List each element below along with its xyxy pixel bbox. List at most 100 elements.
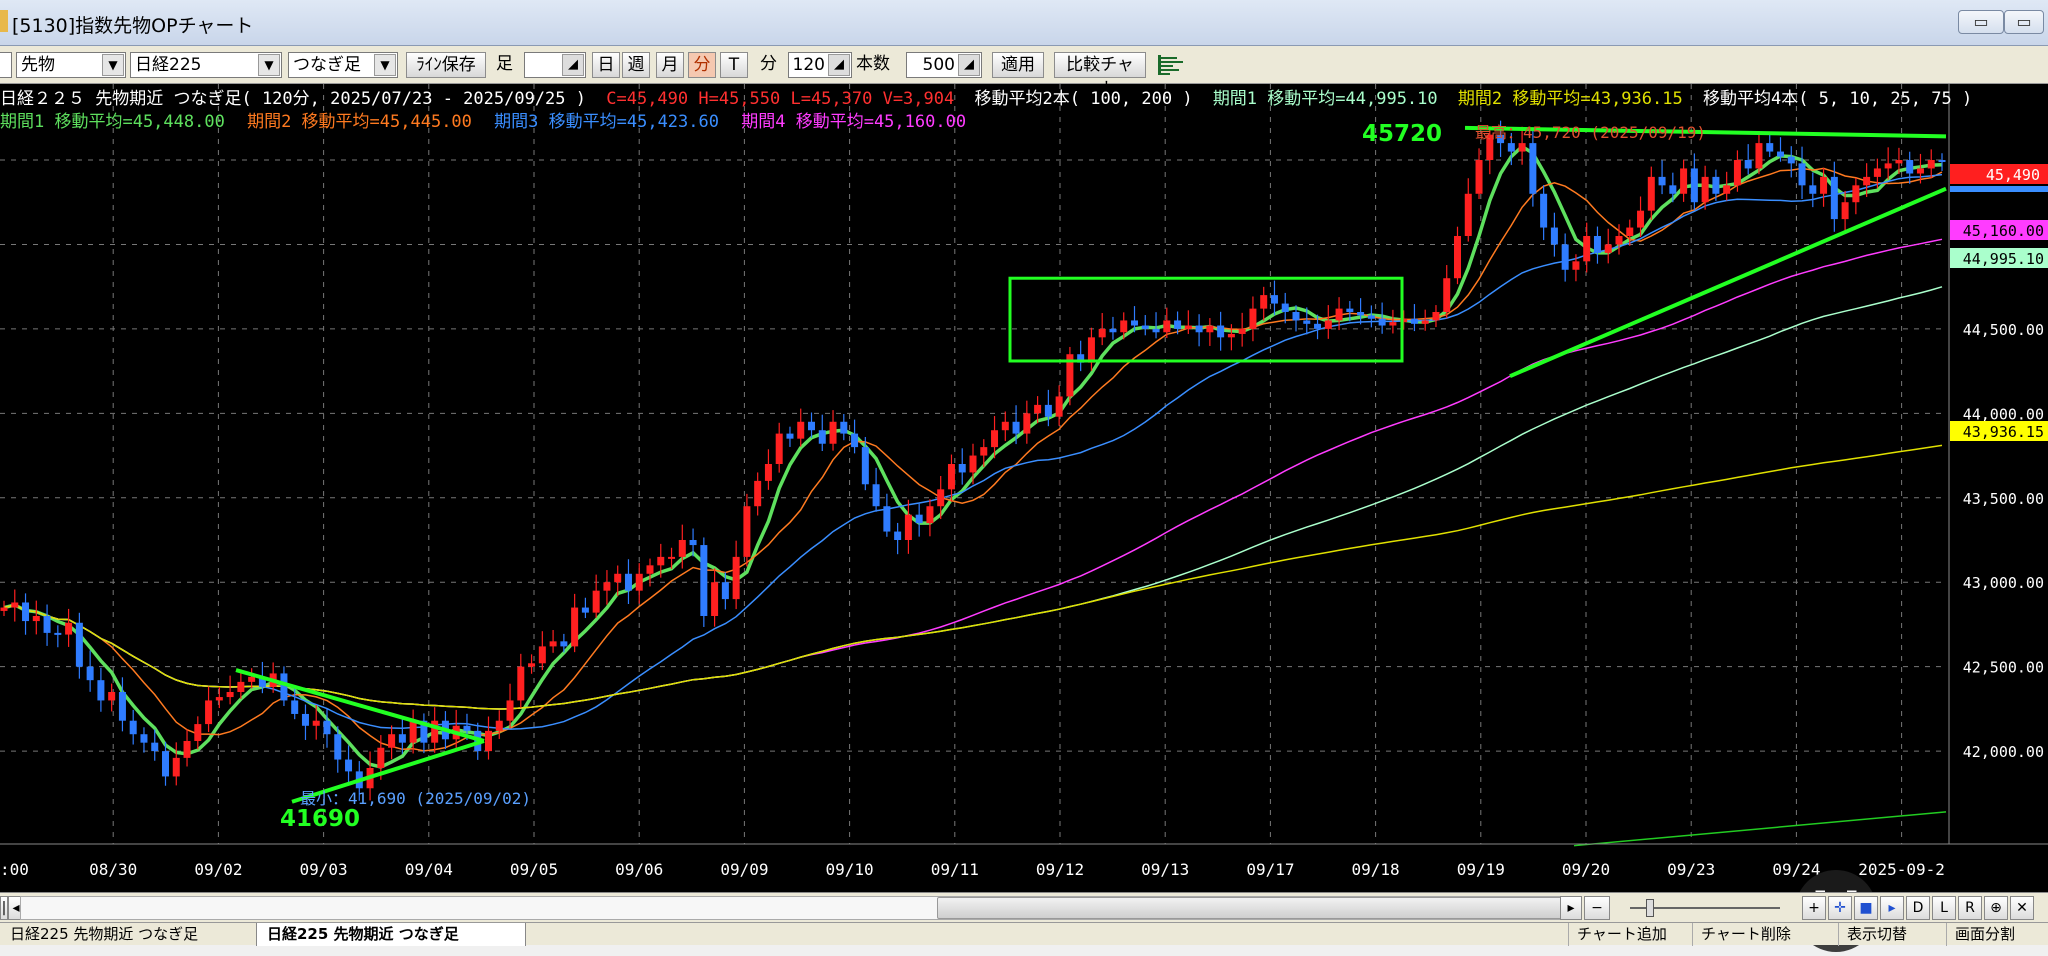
display-switch-button[interactable]: 表示切替: [1838, 923, 1907, 946]
count-value: 500: [922, 55, 955, 75]
header-symbol-name: 日経２２５ 先物期近 つなぎ足( 120分, 2025/07/23 - 2025…: [0, 89, 586, 109]
candle-body: [1432, 312, 1440, 321]
lower-support-line: [1573, 811, 1947, 847]
candle-body: [1098, 328, 1106, 338]
market-select[interactable]: 先物 ▼: [16, 52, 126, 78]
candle-body: [538, 646, 546, 664]
candle-body: [1583, 236, 1591, 262]
header-ma4-p4: 期間4 移動平均=45,160.00: [741, 112, 966, 132]
maximize-button[interactable]: ▭: [2004, 10, 2044, 34]
candle-body: [947, 464, 955, 490]
volume-profile-svg: [1158, 55, 1183, 75]
zoom-slider[interactable]: [1630, 896, 1790, 920]
candle-body: [980, 447, 988, 456]
candle-body: [1873, 168, 1881, 177]
magnify-button[interactable]: ⊕: [1984, 896, 2008, 920]
x-tick-label: 09/09: [720, 860, 768, 879]
chart-delete-button[interactable]: チャート削除: [1692, 923, 1791, 946]
line-save-button[interactable]: ﾗｲﾝ保存: [406, 52, 486, 78]
scroll-right-button[interactable]: ▸: [1560, 896, 1582, 920]
toolbar: 先物 ▼ 日経225 ▼ つなぎ足 ▼ ﾗｲﾝ保存 足 ◢ 日 週 月 分 T …: [0, 46, 2048, 99]
candle-body: [1055, 396, 1063, 417]
candle-body: [1593, 236, 1601, 253]
r-button[interactable]: R: [1958, 896, 1982, 920]
scrollbar-thumb[interactable]: [937, 897, 1577, 919]
y-tick-label: 44,000.00: [1963, 405, 2044, 423]
candle-body: [1001, 421, 1009, 431]
foot-spinner[interactable]: ◢: [524, 52, 586, 78]
candle-body: [786, 433, 794, 439]
ma200-price-tag: 43,936.15: [1963, 423, 2044, 441]
candle-body: [1647, 176, 1655, 211]
volume-profile-icon[interactable]: [1156, 52, 1186, 78]
candle-body: [151, 742, 159, 752]
y-axis: 44,500.00 44,000.00 43,500.00 43,000.00 42,5…: [1963, 321, 2044, 761]
week-button[interactable]: 週: [622, 52, 650, 78]
candle-body: [1626, 227, 1634, 236]
candle-body: [1227, 333, 1235, 338]
candle-body: [818, 430, 826, 444]
day-button[interactable]: 日: [592, 52, 620, 78]
candle-body: [991, 430, 999, 448]
zoom-in-button[interactable]: +: [1802, 896, 1826, 920]
l-button[interactable]: L: [1932, 896, 1956, 920]
candle-body: [1131, 320, 1138, 326]
spinner-icon: ◢: [562, 54, 584, 76]
candle-body: [937, 489, 945, 507]
d-button[interactable]: D: [1906, 896, 1930, 920]
chart-tab-2[interactable]: 日経225 先物期近 つなぎ足: [256, 923, 526, 946]
count-spinner[interactable]: 500 ◢: [906, 52, 982, 78]
chart-add-button[interactable]: チャート追加: [1568, 923, 1667, 946]
candle-body: [97, 680, 105, 701]
candle-body: [398, 734, 406, 743]
candle-body: [1787, 156, 1795, 164]
candle-body: [883, 506, 891, 532]
x-tick-label: 09/17: [1246, 860, 1294, 879]
scroll-start-button[interactable]: |: [0, 896, 8, 920]
horizontal-scrollbar[interactable]: [20, 896, 1580, 920]
candle-body: [1109, 328, 1117, 333]
candle-body: [711, 582, 719, 616]
candle-body: [495, 720, 503, 731]
candle-body: [732, 556, 740, 600]
candle-body: [808, 421, 815, 431]
bottom-controls: | ◂ ▸ − + ✛ ■ ▸ D L R ⊕ ✕: [0, 892, 2048, 922]
apply-button[interactable]: 適用: [992, 52, 1044, 78]
candle-body: [700, 545, 708, 616]
screen-split-button[interactable]: 画面分割: [1946, 923, 2015, 946]
zoom-slider-knob[interactable]: [1646, 899, 1654, 917]
candle-body: [1044, 404, 1052, 417]
zoom-out-button[interactable]: −: [1584, 896, 1610, 920]
stop-button[interactable]: ■: [1854, 896, 1878, 920]
interval-spinner[interactable]: 120 ◢: [788, 52, 852, 78]
spinner-icon: ◢: [828, 54, 850, 76]
candle-body: [1604, 244, 1612, 253]
x-tick-label: 09/03: [300, 860, 348, 879]
chart-area[interactable]: 44,500.00 44,000.00 43,500.00 43,000.00 42,5…: [0, 84, 2048, 952]
compare-chart-button[interactable]: 比較チャート: [1054, 52, 1146, 99]
chart-tab-1[interactable]: 日経225 先物期近 つなぎ足: [0, 923, 254, 946]
play-button[interactable]: ▸: [1880, 896, 1904, 920]
crosshair-button[interactable]: ✛: [1828, 896, 1852, 920]
continuity-select[interactable]: つなぎ足 ▼: [288, 52, 398, 78]
candle-body: [1012, 421, 1020, 434]
candle-body: [323, 720, 331, 735]
candle-body: [1281, 303, 1289, 312]
tick-button[interactable]: T: [720, 52, 748, 78]
month-button[interactable]: 月: [656, 52, 684, 78]
minute-button[interactable]: 分: [688, 52, 716, 78]
market-select-value: 先物: [21, 55, 55, 75]
left-edge-combo[interactable]: [0, 52, 12, 78]
candle-body: [0, 607, 8, 611]
minimize-button[interactable]: ▭: [1958, 10, 2004, 34]
candle-body: [377, 747, 385, 768]
header-ma2-title: 移動平均2本( 100, 200 ): [975, 89, 1193, 109]
close-chart-button[interactable]: ✕: [2010, 896, 2034, 920]
candlesticks: [0, 120, 1946, 801]
candle-body: [851, 433, 859, 448]
spinner-icon: ◢: [958, 54, 980, 76]
symbol-select[interactable]: 日経225 ▼: [130, 52, 282, 78]
candle-body: [43, 616, 51, 633]
interval-value: 120: [792, 55, 825, 75]
candlestick-chart[interactable]: 44,500.00 44,000.00 43,500.00 43,000.00 42,5…: [0, 84, 2048, 892]
